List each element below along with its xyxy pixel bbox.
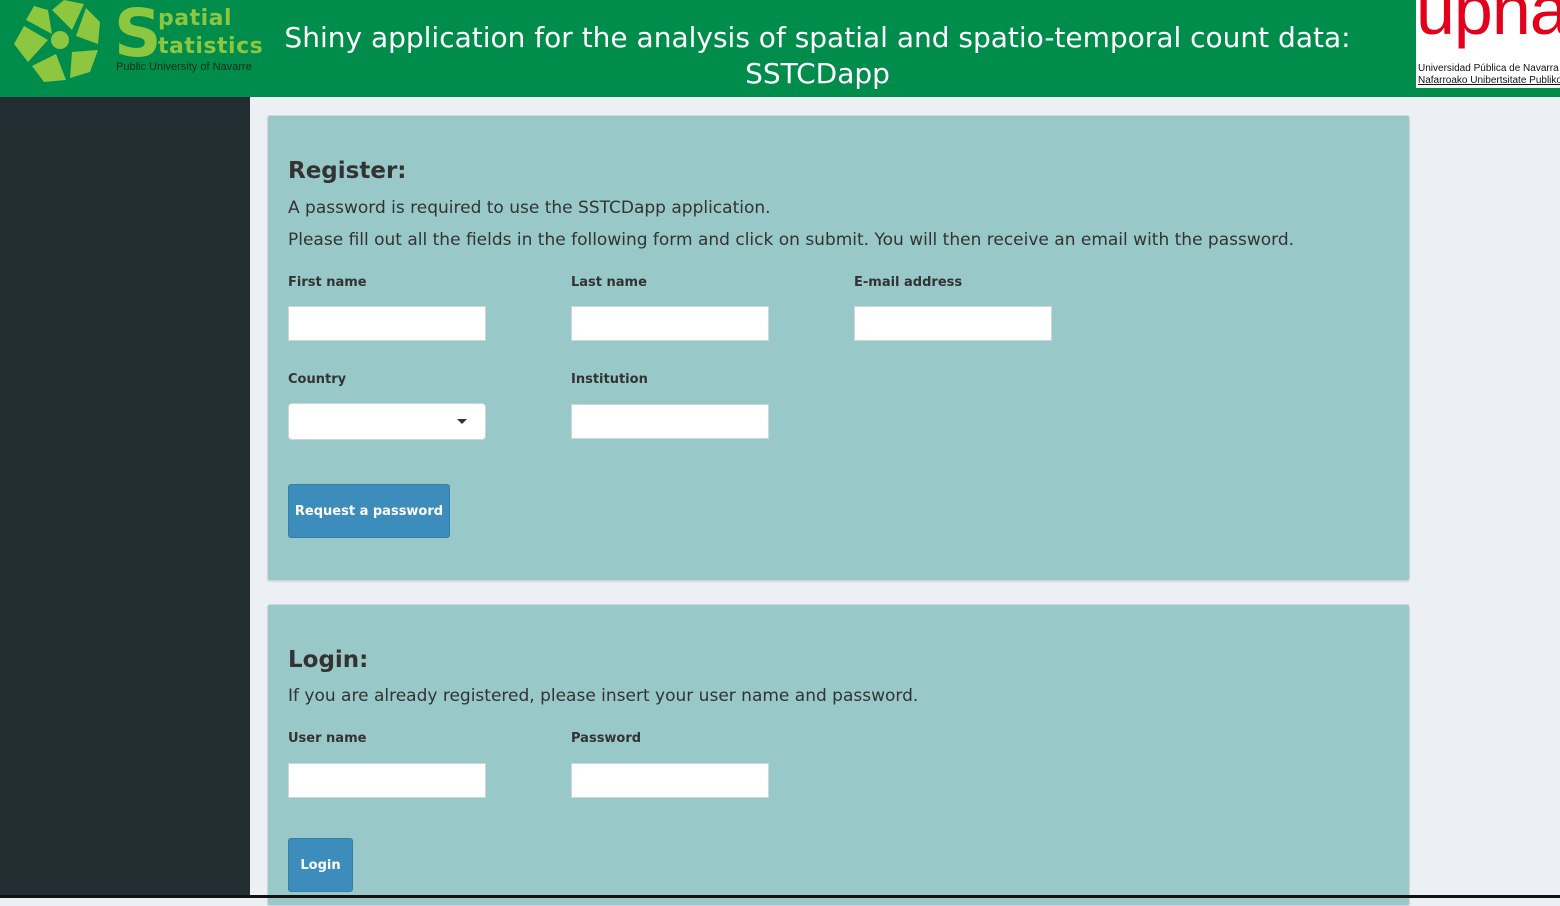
- spatial-statistics-logo: S patial tatistics Public University of …: [10, 0, 264, 90]
- password-label: Password: [571, 731, 642, 746]
- logo-subtitle: Public University of Navarre: [116, 61, 252, 73]
- login-heading: Login:: [288, 647, 369, 673]
- upna-logo-mark: upna: [1416, 0, 1560, 49]
- register-text-2: Please fill out all the fields in the fo…: [288, 230, 1295, 250]
- last-name-label: Last name: [571, 275, 647, 290]
- page-title-line1: Shiny application for the analysis of sp…: [284, 21, 1351, 54]
- login-button[interactable]: Login: [288, 838, 353, 892]
- first-name-label: First name: [288, 275, 367, 290]
- upna-logo-line1: Universidad Pública de Navarra: [1418, 63, 1559, 74]
- institution-label: Institution: [571, 372, 648, 387]
- email-label: E-mail address: [854, 275, 963, 290]
- page-title-line2: SSTCDapp: [745, 57, 890, 90]
- caret-down-icon: [457, 419, 467, 424]
- spatial-statistics-logo-icon: [14, 0, 100, 82]
- upna-logo-line2: Nafarroako Unibertsitate Publikoa: [1418, 75, 1560, 86]
- login-box: Login: If you are already registered, pl…: [267, 604, 1410, 906]
- page-title: Shiny application for the analysis of sp…: [280, 20, 1355, 92]
- register-text-1: A password is required to use the SSTCDa…: [288, 198, 771, 218]
- login-text: If you are already registered, please in…: [288, 686, 919, 706]
- user-name-label: User name: [288, 731, 367, 746]
- request-password-button[interactable]: Request a password: [288, 484, 450, 538]
- last-name-input[interactable]: [571, 306, 769, 341]
- password-input[interactable]: [571, 763, 769, 798]
- register-heading: Register:: [288, 158, 407, 184]
- logo-word-spatial: patial: [158, 6, 233, 31]
- header-bar: S patial tatistics Public University of …: [0, 0, 1560, 97]
- user-name-input[interactable]: [288, 763, 486, 798]
- register-box: Register: A password is required to use …: [267, 115, 1410, 581]
- first-name-input[interactable]: [288, 306, 486, 341]
- upna-logo: upna Universidad Pública de Navarra Nafa…: [1416, 0, 1560, 88]
- institution-input[interactable]: [571, 404, 769, 439]
- country-label: Country: [288, 372, 347, 387]
- logo-word-statistics: tatistics: [158, 34, 264, 59]
- email-input[interactable]: [854, 306, 1052, 341]
- country-select[interactable]: [288, 403, 486, 440]
- sidebar: [0, 97, 250, 898]
